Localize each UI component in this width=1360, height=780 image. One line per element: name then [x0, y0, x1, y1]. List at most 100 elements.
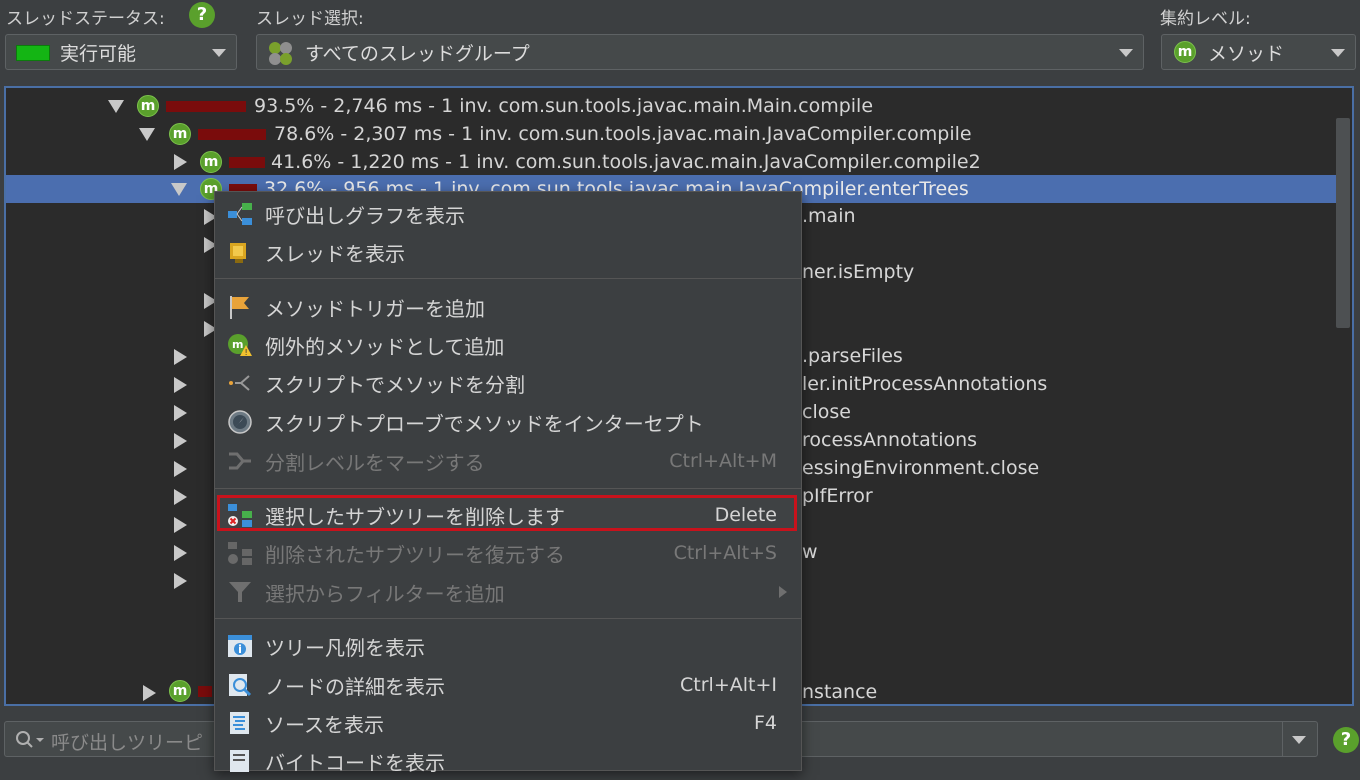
- tree-row-text: w: [802, 541, 818, 563]
- thread-status-combo[interactable]: 実行可能: [5, 34, 237, 70]
- menu-item-add-exceptional-method[interactable]: m ! 例外的メソッドとして追加: [215, 326, 801, 364]
- thread-icon: [230, 243, 246, 263]
- chevron-down-icon: [1119, 49, 1133, 57]
- menu-item-label: バイトコードを表示: [265, 750, 445, 775]
- method-icon: m: [169, 680, 191, 702]
- svg-text:!: !: [245, 348, 248, 357]
- menu-item-show-source[interactable]: ソースを表示 F4: [215, 704, 801, 742]
- tree-row[interactable]: m 78.6% - 2,307 ms - 1 inv. com.sun.tool…: [6, 120, 1336, 148]
- menu-separator: [215, 278, 801, 279]
- tree-row-text: rocessAnnotations: [802, 429, 978, 451]
- aggregation-level-value: メソッド: [1208, 42, 1285, 65]
- thread-select-label: スレッド選択:: [256, 9, 364, 29]
- method-icon: m: [200, 151, 222, 173]
- menu-item-label: 選択からフィルターを追加: [265, 581, 505, 606]
- chevron-down-icon: [1331, 49, 1345, 57]
- restore-subtree-icon: [228, 542, 252, 565]
- tree-row-text: .parseFiles: [802, 345, 903, 367]
- split-icon: [229, 375, 250, 391]
- menu-item-label: スレッドを表示: [265, 241, 405, 266]
- collapse-icon[interactable]: [108, 100, 124, 113]
- menu-item-delete-selected-subtree[interactable]: 選択したサブツリーを削除します Delete: [215, 496, 801, 534]
- expand-icon[interactable]: [174, 377, 187, 393]
- menu-item-add-method-trigger[interactable]: メソッドトリガーを追加: [215, 288, 801, 326]
- filter-icon: [229, 582, 251, 602]
- method-icon: m: [137, 95, 159, 117]
- expand-icon[interactable]: [174, 405, 187, 421]
- call-graph-icon: [228, 203, 252, 225]
- flag-icon: [230, 296, 249, 319]
- tree-row[interactable]: m 93.5% - 2,746 ms - 1 inv. com.sun.tool…: [6, 92, 1336, 120]
- menu-item-show-node-details[interactable]: ノードの詳細を表示 Ctrl+Alt+I: [215, 666, 801, 704]
- expand-icon[interactable]: [174, 489, 187, 505]
- thread-status-value: 実行可能: [60, 42, 137, 65]
- delete-subtree-icon: [228, 504, 252, 527]
- expand-icon[interactable]: [143, 685, 156, 701]
- probe-icon: [228, 410, 252, 434]
- svg-text:m: m: [232, 338, 243, 351]
- tree-row[interactable]: m 41.6% - 1,220 ms - 1 inv. com.sun.tool…: [6, 148, 1336, 176]
- menu-separator: [215, 618, 801, 619]
- menu-item-label: メソッドトリガーを追加: [265, 296, 485, 321]
- menu-item-merge-split-levels[interactable]: 分割レベルをマージする Ctrl+Alt+M: [215, 442, 801, 480]
- chevron-down-icon: [212, 49, 226, 57]
- menu-item-intercept-method-script-probe[interactable]: スクリプトプローブでメソッドをインターセプト: [215, 403, 801, 441]
- bytecode-icon: [230, 750, 249, 772]
- collapse-icon[interactable]: [139, 128, 155, 141]
- menu-item-label: 呼び出しグラフを表示: [265, 203, 465, 228]
- menu-item-restore-deleted-subtrees[interactable]: 削除されたサブツリーを復元する Ctrl+Alt+S: [215, 534, 801, 572]
- menu-item-label: 削除されたサブツリーを復元する: [265, 542, 565, 567]
- menu-item-label: スクリプトでメソッドを分割: [265, 372, 525, 397]
- expand-icon[interactable]: [174, 517, 187, 533]
- node-details-icon: [229, 674, 252, 697]
- tree-row-text: 78.6% - 2,307 ms - 1 inv. com.sun.tools.…: [274, 123, 972, 145]
- aggregation-level-combo[interactable]: m メソッド: [1161, 34, 1356, 70]
- menu-item-shortcut: Delete: [714, 504, 777, 526]
- menu-item-show-thread[interactable]: スレッドを表示: [215, 233, 801, 271]
- menu-item-show-call-graph[interactable]: 呼び出しグラフを表示: [215, 195, 801, 233]
- aggregation-level-label: 集約レベル:: [1160, 9, 1251, 29]
- menu-item-label: 分割レベルをマージする: [265, 450, 485, 475]
- menu-item-split-method-script[interactable]: スクリプトでメソッドを分割: [215, 364, 801, 402]
- tree-row-text: pIfError: [802, 485, 873, 507]
- menu-item-label: スクリプトプローブでメソッドをインターセプト: [265, 411, 704, 436]
- menu-item-shortcut: Ctrl+Alt+I: [680, 674, 777, 696]
- expand-icon[interactable]: [174, 545, 187, 561]
- tree-row-text: ler.initProcessAnnotations: [802, 373, 1048, 395]
- method-icon: m: [169, 123, 191, 145]
- time-bar: [198, 129, 266, 140]
- time-bar: [166, 101, 246, 112]
- expand-icon[interactable]: [174, 573, 187, 589]
- runnable-status-icon: [16, 45, 50, 61]
- exceptional-method-icon: m !: [228, 334, 252, 357]
- menu-item-label: ノードの詳細を表示: [265, 674, 445, 699]
- thread-status-help-icon[interactable]: ?: [189, 2, 215, 28]
- expand-icon[interactable]: [174, 154, 187, 170]
- thread-select-value: すべてのスレッドグループ: [305, 42, 530, 65]
- time-bar: [229, 157, 265, 168]
- thread-group-icon: [269, 42, 292, 65]
- search-icon: [16, 731, 44, 748]
- submenu-arrow-icon: [779, 586, 787, 598]
- tree-row-text: 93.5% - 2,746 ms - 1 inv. com.sun.tools.…: [254, 95, 874, 117]
- tree-row-text: 41.6% - 1,220 ms - 1 inv. com.sun.tools.…: [271, 151, 981, 173]
- thread-select-combo[interactable]: すべてのスレッドグループ: [256, 34, 1144, 70]
- source-icon: [230, 712, 249, 734]
- tree-row-text: close: [802, 401, 851, 423]
- expand-icon[interactable]: [174, 433, 187, 449]
- search-history-button[interactable]: [1282, 722, 1317, 756]
- tree-row-text: essingEnvironment.close: [802, 457, 1040, 479]
- tree-scrollbar[interactable]: [1336, 118, 1350, 328]
- menu-item-show-tree-legend[interactable]: ツリー凡例を表示: [215, 627, 801, 665]
- menu-item-add-filter-from-selection[interactable]: 選択からフィルターを追加: [215, 573, 801, 611]
- menu-item-label: ソースを表示: [265, 712, 384, 737]
- tree-row-text: nstance: [802, 681, 878, 703]
- menu-item-show-bytecode[interactable]: バイトコードを表示: [215, 742, 801, 780]
- menu-item-label: ツリー凡例を表示: [265, 635, 425, 660]
- menu-item-shortcut: Ctrl+Alt+S: [673, 542, 777, 564]
- info-icon: [228, 635, 252, 657]
- expand-icon[interactable]: [174, 461, 187, 477]
- help-icon[interactable]: ?: [1333, 727, 1359, 753]
- expand-icon[interactable]: [174, 349, 187, 365]
- collapse-icon[interactable]: [171, 183, 187, 196]
